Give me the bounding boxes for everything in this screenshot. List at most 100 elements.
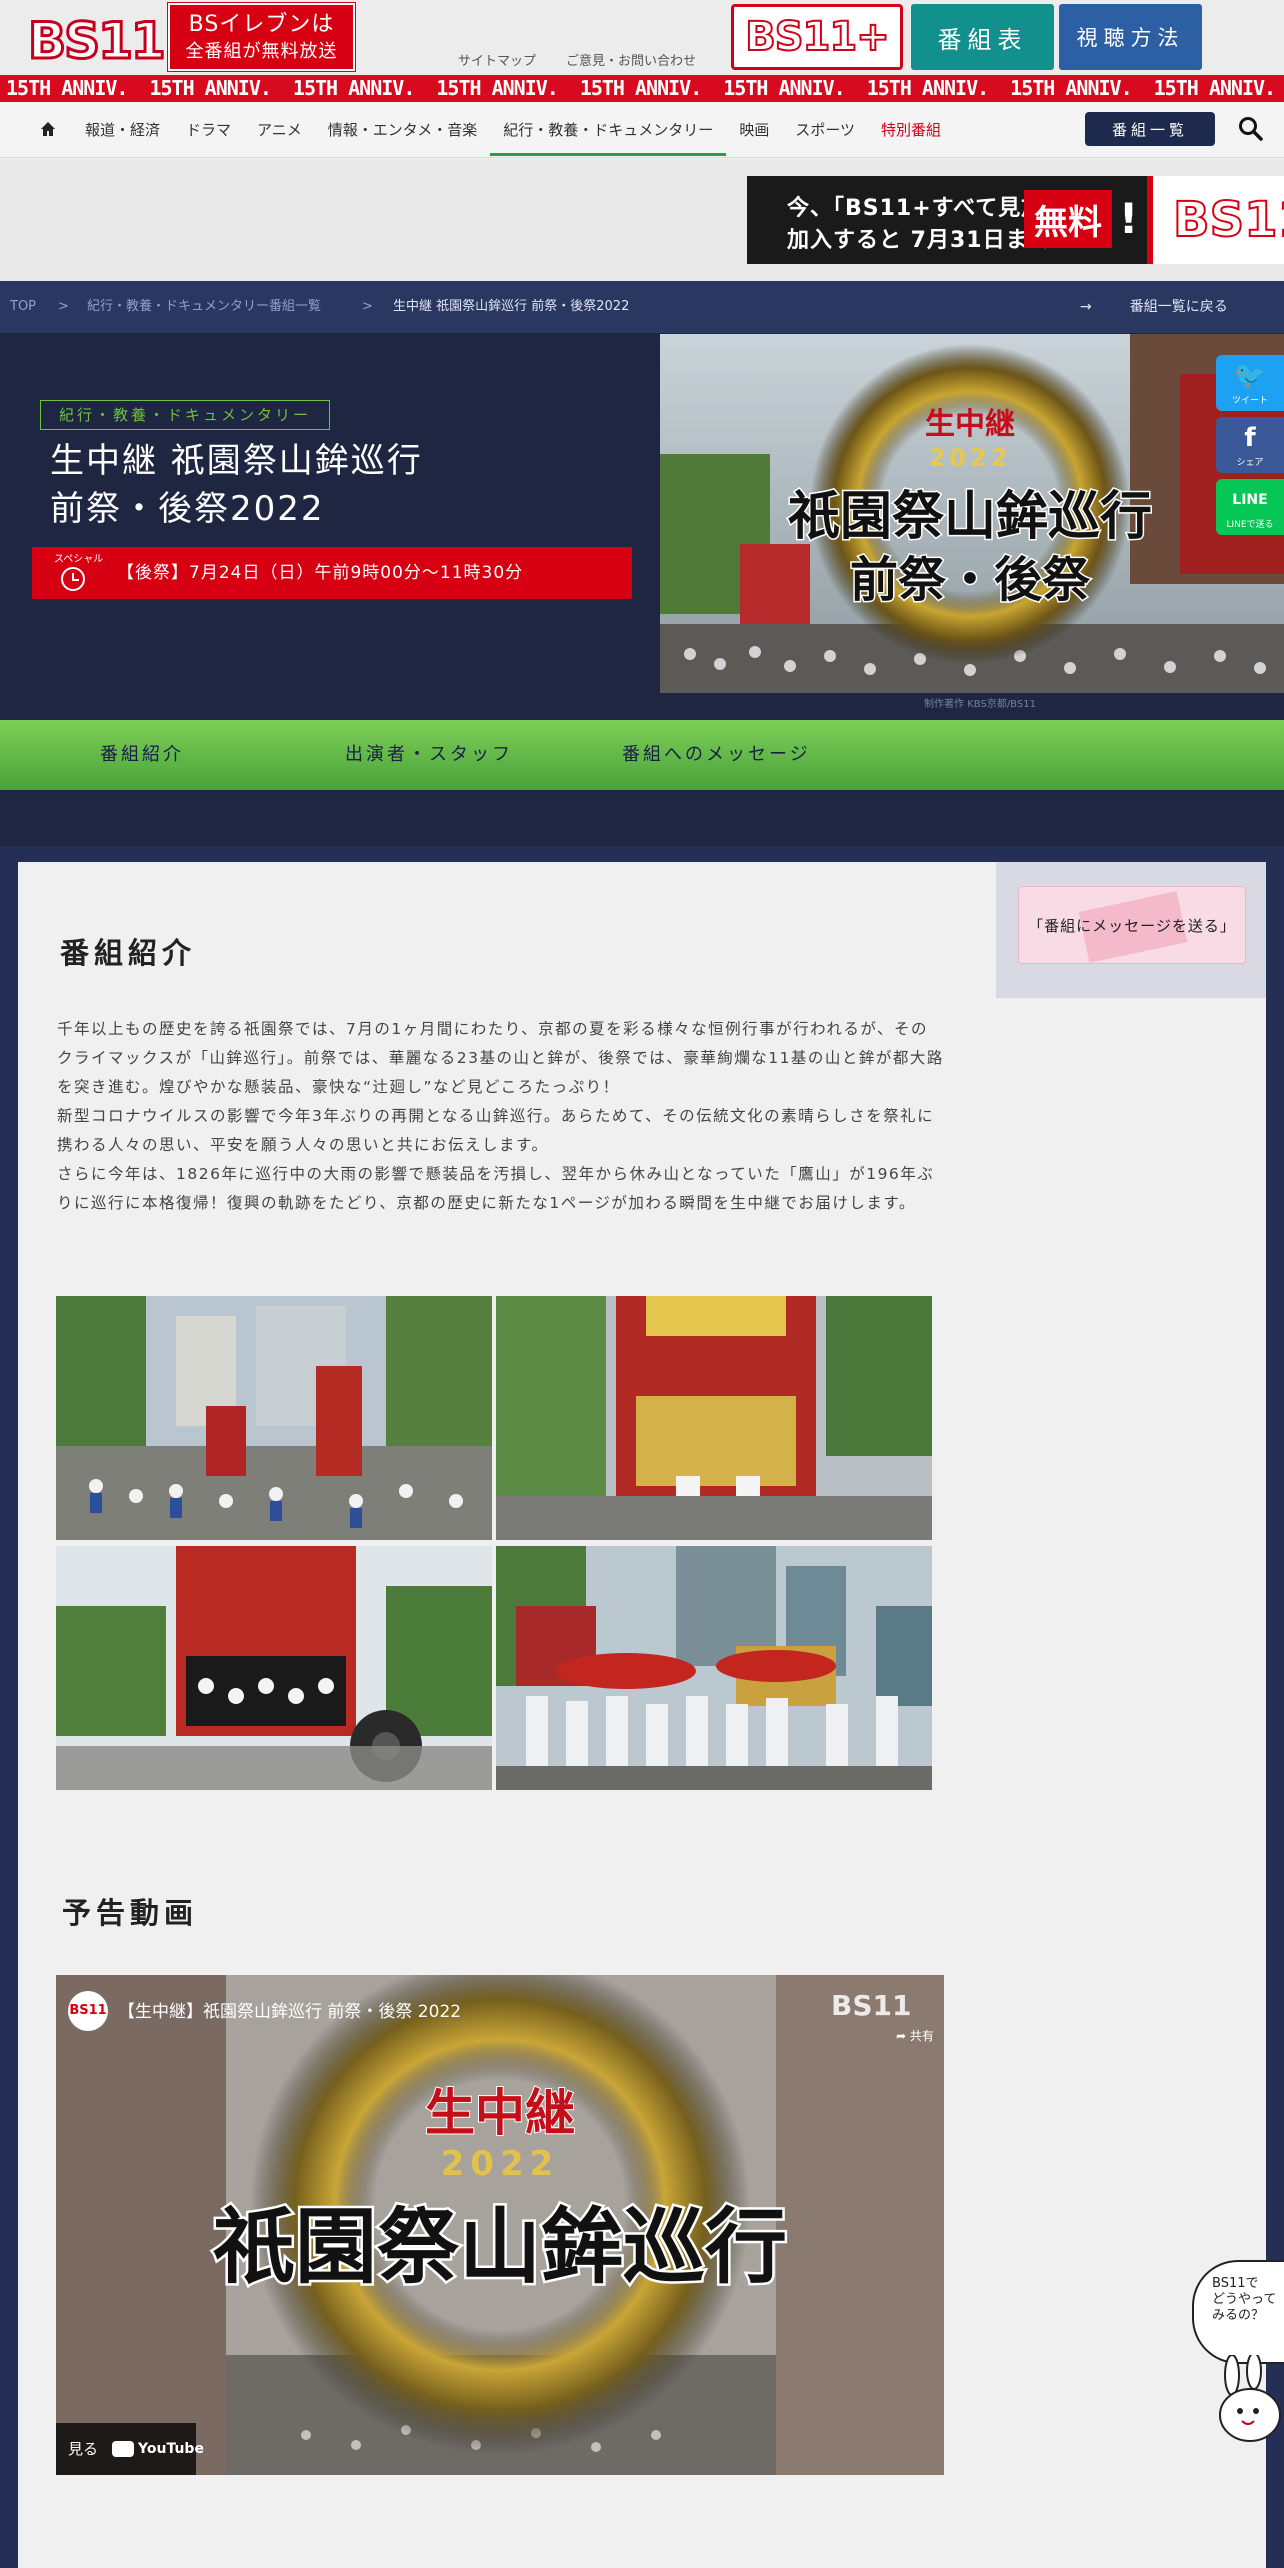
- intro-paragraph: 千年以上もの歴史を誇る祇園祭では、7月の1ヶ月間にわたり、京都の夏を彩る様々な恒…: [57, 1020, 944, 1096]
- home-icon[interactable]: [38, 119, 58, 139]
- channel-watermark: BS11: [831, 1989, 912, 2022]
- video-title-overlay: 祇園祭山鉾巡行: [213, 2199, 787, 2295]
- help-line3: みるの？: [1212, 2308, 1265, 2323]
- send-message-label: 「番組にメッセージを送る」: [1028, 917, 1236, 935]
- anniversary-text: 15TH ANNIV.: [723, 76, 845, 100]
- how-to-watch-button[interactable]: 視聴方法: [1059, 4, 1202, 70]
- nav-item-documentary[interactable]: 紀行・教養・ドキュメンタリー: [490, 102, 727, 158]
- ad-exclamation: !: [1119, 194, 1139, 243]
- tab-message[interactable]: 番組へのメッセージ: [622, 720, 811, 790]
- tweet-label: ツイート: [1231, 396, 1268, 406]
- tab-cast-staff[interactable]: 出演者・スタッフ: [345, 720, 513, 790]
- breadcrumb-separator: >: [58, 299, 69, 314]
- key-visual-live-text: 生中継: [925, 407, 1015, 442]
- free-badge-line1: BSイレブンは: [188, 12, 335, 37]
- anniversary-text: 15TH ANNIV.: [149, 76, 271, 100]
- breadcrumb-separator: >: [362, 299, 373, 314]
- facebook-icon: f: [1244, 423, 1256, 453]
- bs11-logo[interactable]: BS11: [27, 4, 168, 72]
- anniversary-text: 15TH ANNIV.: [1153, 76, 1276, 100]
- arrow-right-icon: →: [1080, 299, 1092, 315]
- airtime-text: 【後祭】7月24日（日）午前9時00分～11時30分: [117, 563, 524, 583]
- facebook-label: シェア: [1236, 458, 1264, 468]
- navy-band: [0, 790, 1284, 846]
- gallery-photo[interactable]: [496, 1546, 932, 1790]
- back-to-list-link[interactable]: → 番組一覧に戻る: [1080, 281, 1228, 333]
- video-share-label: 共有: [909, 2029, 934, 2043]
- program-hero: 紀行・教養・ドキュメンタリー 生中継 祇園祭山鉾巡行 前祭・後祭2022 スペシ…: [0, 333, 1284, 720]
- ad-line2: 加入すると 7月31日まで: [787, 228, 1052, 253]
- channel-avatar[interactable]: BS11: [68, 1991, 108, 2031]
- tv-schedule-button[interactable]: 番組表: [911, 4, 1054, 70]
- ad-free-label: 無料: [1024, 190, 1112, 248]
- gallery-photo[interactable]: [56, 1296, 492, 1540]
- program-list-button[interactable]: 番組一覧: [1085, 112, 1215, 146]
- help-line1: BS11で: [1212, 2276, 1259, 2291]
- rabbit-mascot-icon[interactable]: [1210, 2355, 1284, 2445]
- preview-heading: 予告動画: [62, 1896, 199, 1930]
- video-thumbnail: 生中継 2022 祇園祭山鉾巡行: [56, 1975, 944, 2475]
- nav-item-special[interactable]: 特別番組: [868, 102, 954, 158]
- video-live-text: 生中継: [425, 2083, 575, 2142]
- sitemap-link[interactable]: サイトマップ: [458, 50, 536, 69]
- line-share-button[interactable]: LINE LINEで送る: [1216, 479, 1284, 535]
- key-visual-subtitle: 前祭・後祭: [850, 552, 1091, 608]
- nav-item-entertainment[interactable]: 情報・エンタメ・音楽: [315, 102, 491, 158]
- program-title: 生中継 祇園祭山鉾巡行: [50, 441, 423, 481]
- intro-text: 千年以上もの歴史を誇る祇園祭では、7月の1ヶ月間にわたり、京都の夏を彩る様々な恒…: [57, 1015, 945, 1218]
- breadcrumb-top[interactable]: TOP: [10, 281, 36, 333]
- left-frame: [0, 846, 18, 2568]
- nav-item-news[interactable]: 報道・経済: [85, 102, 173, 158]
- send-message-button[interactable]: 「番組にメッセージを送る」: [1018, 886, 1246, 964]
- breadcrumb-category[interactable]: 紀行・教養・ドキュメンタリー番組一覧: [87, 281, 321, 333]
- anniversary-text: 15TH ANNIV.: [1010, 76, 1132, 100]
- bs11plus-ad-banner[interactable]: 今、「BS11+すべて見放題」に 加入すると 7月31日まで 無料 ! BS11: [747, 176, 1284, 264]
- ad-logo: BS11: [1147, 176, 1284, 264]
- video-year-text: 2022: [441, 2144, 560, 2184]
- video-share-button[interactable]: ➦ 共有: [896, 2027, 934, 2044]
- logo-text: BS11: [27, 11, 168, 72]
- anniversary-text: 15TH ANNIV.: [579, 76, 702, 100]
- tweet-button[interactable]: 🐦 ツイート: [1216, 355, 1284, 411]
- contact-link[interactable]: ご意見・お問い合わせ: [566, 50, 696, 69]
- anniversary-text: 15TH ANNIV.: [6, 76, 128, 100]
- photo-gallery: [56, 1296, 932, 1790]
- anniversary-text: 15TH ANNIV.: [866, 76, 989, 100]
- program-tabs: 番組紹介 出演者・スタッフ 番組へのメッセージ: [0, 720, 1284, 790]
- category-tag: 紀行・教養・ドキュメンタリー: [40, 400, 331, 430]
- key-visual-year: 2022: [929, 444, 1012, 472]
- intro-paragraph: 新型コロナウイルスの影響で今年3年ぶりの再開となる山鉾巡行。あらためて、その伝統…: [57, 1107, 935, 1154]
- back-label: 番組一覧に戻る: [1129, 299, 1228, 315]
- help-line2: どうやって: [1212, 2292, 1277, 2307]
- nav-item-sports[interactable]: スポーツ: [782, 102, 868, 158]
- key-visual-title: 祇園祭山鉾巡行: [788, 486, 1152, 547]
- nav-item-anime[interactable]: アニメ: [244, 102, 315, 158]
- search-icon[interactable]: [1238, 116, 1264, 142]
- watch-on-youtube-button[interactable]: 見る YouTube: [56, 2423, 204, 2475]
- free-badge-line2: 全番組が無料放送: [185, 41, 338, 62]
- line-icon: LINE: [1232, 492, 1268, 508]
- program-title-line2: 前祭・後祭2022: [50, 489, 325, 529]
- gallery-photo[interactable]: [496, 1296, 932, 1540]
- nav-item-drama[interactable]: ドラマ: [173, 102, 244, 158]
- help-bubble[interactable]: BS11で どうやって みるの？: [1192, 2260, 1284, 2364]
- line-label: LINEで送る: [1226, 520, 1274, 530]
- anniversary-text: 15TH ANNIV.: [436, 76, 558, 100]
- tab-introduction[interactable]: 番組紹介: [100, 720, 184, 790]
- free-broadcast-badge: BSイレブンは 全番組が無料放送: [167, 2, 356, 72]
- special-label: スペシャル: [54, 554, 104, 565]
- anniversary-banner: 15TH ANNIV. 15TH ANNIV. 15TH ANNIV. 15TH AN…: [0, 75, 1284, 102]
- video-title[interactable]: 【生中継】祇園祭山鉾巡行 前祭・後祭 2022: [118, 1997, 461, 2022]
- youtube-video-player[interactable]: 生中継 2022 祇園祭山鉾巡行 BS11 【生中継】祇園祭山鉾巡行 前祭・後祭…: [56, 1975, 944, 2475]
- anniversary-text: 15TH ANNIV.: [292, 76, 415, 100]
- bs11plus-button[interactable]: BS11+: [731, 4, 903, 70]
- gallery-photo[interactable]: [56, 1546, 492, 1790]
- site-header: BS11 BSイレブンは 全番組が無料放送 サイトマップ ご意見・お問い合わせ …: [0, 0, 1284, 75]
- intro-paragraph: さらに今年は、1826年に巡行中の大雨の影響で懸装品を汚損し、翌年から休み山とな…: [57, 1165, 935, 1212]
- facebook-share-button[interactable]: f シェア: [1216, 417, 1284, 473]
- clock-icon: [61, 567, 85, 591]
- share-arrow-icon: ➦: [896, 2029, 910, 2043]
- top-links: サイトマップ ご意見・お問い合わせ: [458, 50, 696, 69]
- nav-item-movie[interactable]: 映画: [726, 102, 782, 158]
- image-credit: 制作著作 KBS京都/BS11: [924, 699, 1036, 710]
